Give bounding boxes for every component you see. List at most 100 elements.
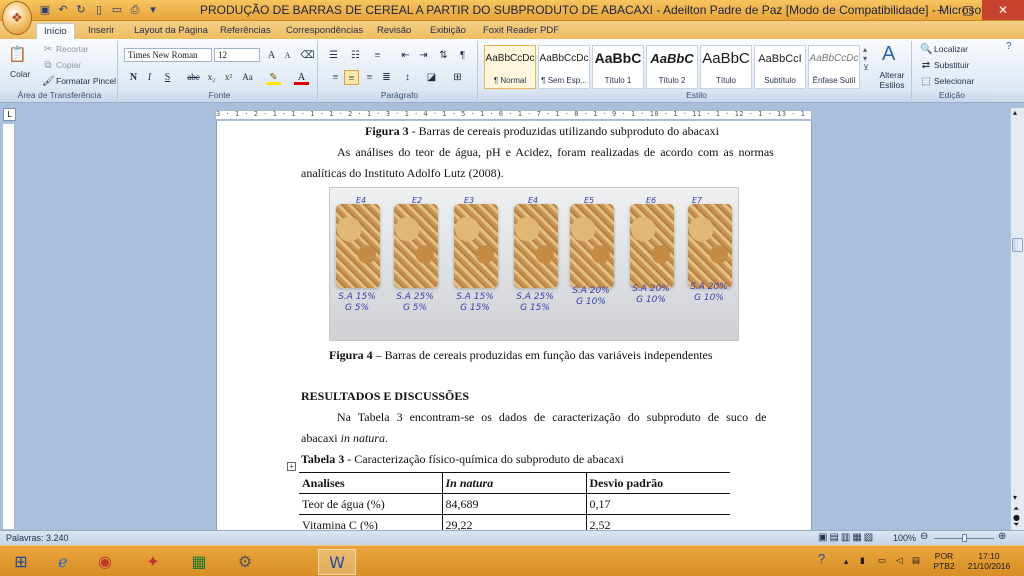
word-count[interactable]: Palavras: 3.240 (6, 533, 69, 543)
figure-4-photo[interactable]: E4 E2 E3 E4 E5 E6 E7 S.A 15% G 5% S.A 25%… (329, 187, 739, 341)
file-explorer-icon[interactable]: ▭ (272, 549, 310, 575)
network-icon[interactable]: ▮ (860, 555, 865, 565)
tab-foxit[interactable]: Foxit Reader PDF (483, 23, 559, 39)
table-move-handle-icon[interactable]: + (287, 462, 296, 471)
tab-referencias[interactable]: Referências (220, 23, 271, 39)
subscript-icon[interactable]: x₂ (204, 70, 219, 85)
open-icon[interactable]: ▭ (110, 3, 124, 17)
print-preview-icon[interactable]: ⎙ (128, 3, 142, 17)
internet-explorer-icon[interactable]: ℯ (44, 549, 82, 575)
bold-icon[interactable]: N (126, 70, 141, 85)
style-no-spacing[interactable]: AaBbCcDc ¶ Sem Esp... (538, 45, 590, 89)
redo-icon[interactable]: ↻ (74, 3, 88, 17)
font-color-icon[interactable]: A (294, 70, 309, 85)
strikethrough-icon[interactable]: abc (186, 70, 201, 85)
replace-button[interactable]: ⇄ Substituir (920, 60, 970, 72)
tab-selector[interactable]: L (3, 108, 16, 121)
change-styles-icon[interactable]: A (882, 43, 895, 66)
table-header-cell[interactable]: Desvio padrão (586, 472, 730, 494)
italic-icon[interactable]: I (142, 70, 157, 85)
zoom-in-icon[interactable]: ⊕ (998, 531, 1006, 542)
vertical-ruler[interactable] (3, 124, 15, 529)
justify-icon[interactable]: ≣ (379, 70, 394, 85)
table-cell[interactable]: 84,689 (442, 493, 587, 515)
tab-inicio[interactable]: Início (36, 23, 75, 39)
help-icon[interactable]: ? (1006, 41, 1012, 52)
undo-icon[interactable]: ↶ (56, 3, 70, 17)
shading-icon[interactable]: ◪ (424, 70, 439, 85)
paste-icon[interactable]: 📋 (8, 45, 27, 63)
cut-button[interactable]: ✂ Recortar (42, 44, 89, 56)
style-heading-2[interactable]: AaBbC Título 2 (646, 45, 698, 89)
help-tray-icon[interactable]: ? (818, 552, 825, 565)
new-document-icon[interactable]: ▯ (92, 3, 106, 17)
copy-button[interactable]: ⧉ Copiar (42, 60, 81, 72)
table-cell[interactable]: Teor de água (%) (299, 493, 443, 515)
save-icon[interactable]: ▣ (38, 3, 52, 17)
increase-indent-icon[interactable]: ⇥ (416, 48, 431, 63)
table-cell[interactable]: Vitamina C (%) (299, 514, 443, 530)
vertical-scrollbar[interactable]: ▴ ▾ ⏶ ● ⏷ (1010, 108, 1024, 530)
zoom-slider-thumb[interactable] (962, 534, 967, 542)
underline-icon[interactable]: S (160, 70, 175, 85)
table-cell[interactable]: 2,52 (586, 514, 730, 530)
select-button[interactable]: ⬚ Selecionar (920, 76, 974, 88)
maximize-button[interactable]: □ (954, 0, 982, 20)
find-button[interactable]: 🔍 Localizar (920, 44, 968, 56)
scroll-down-icon[interactable]: ▾ (1013, 493, 1017, 502)
settings-app-icon[interactable]: ⚙ (226, 549, 264, 575)
style-title[interactable]: AaBbC Título (700, 45, 752, 89)
change-styles-button[interactable]: Alterar Estilos (875, 70, 909, 90)
style-heading-1[interactable]: AaBbC Título 1 (592, 45, 644, 89)
tab-layout[interactable]: Layout da Página (134, 23, 208, 39)
word-icon[interactable]: W (318, 549, 356, 575)
sort-icon[interactable]: ⇅ (436, 48, 451, 63)
superscript-icon[interactable]: x² (221, 70, 236, 85)
tray-expand-icon[interactable]: ▴ (844, 556, 848, 566)
minimize-button[interactable]: – (926, 0, 954, 20)
font-family-select[interactable]: Times New Roman (124, 48, 212, 62)
format-painter-button[interactable]: 🖌Formatar Pincel (42, 76, 116, 88)
document-page[interactable]: Figura 3 - Barras de cereais produzidas … (216, 121, 812, 530)
notification-icon[interactable]: ▤ (912, 555, 920, 565)
clear-format-icon[interactable]: ⌫ (300, 48, 315, 63)
horizontal-ruler[interactable]: 3 · 1 · 2 · 1 · 1 · 1 · 1 · 2 · 1 · 3 · … (215, 110, 812, 120)
highlight-icon[interactable]: ✎ (266, 70, 281, 85)
table-header-cell[interactable]: Analises (299, 472, 443, 494)
numbering-icon[interactable]: ☷ (348, 48, 363, 63)
volume-icon[interactable]: ◁ (896, 555, 903, 565)
styles-scroll-icon[interactable]: ▴ ▾ ⊻ (863, 45, 869, 72)
decrease-indent-icon[interactable]: ⇤ (398, 48, 413, 63)
style-subtle-emphasis[interactable]: AaBbCcDc Ênfase Sutil (808, 45, 860, 89)
data-table[interactable]: Analises In natura Desvio padrão Teor de… (299, 472, 730, 530)
table-cell[interactable]: 29,22 (442, 514, 587, 530)
style-normal[interactable]: AaBbCcDc ¶ Normal (484, 45, 536, 89)
bullets-icon[interactable]: ☰ (326, 48, 341, 63)
tab-exibicao[interactable]: Exibição (430, 23, 466, 39)
grow-font-icon[interactable]: A (264, 48, 279, 63)
align-right-icon[interactable]: ≡ (362, 70, 377, 85)
line-spacing-icon[interactable]: ↕ (400, 70, 415, 85)
next-page-icon[interactable]: ⏷ (1013, 520, 1019, 530)
scroll-thumb[interactable] (1012, 238, 1023, 252)
chrome-icon[interactable]: ◉ (86, 549, 124, 575)
battery-icon[interactable]: ▭ (878, 555, 886, 565)
align-center-icon[interactable]: ≡ (344, 70, 359, 85)
font-size-select[interactable]: 12 (214, 48, 260, 62)
excel-icon[interactable]: ▦ (180, 549, 218, 575)
zoom-level[interactable]: 100% (893, 533, 916, 543)
close-button[interactable]: ✕ (982, 0, 1024, 20)
paste-button[interactable]: Colar (10, 69, 30, 79)
zoom-out-icon[interactable]: ⊖ (920, 531, 928, 542)
change-case-icon[interactable]: Aa (240, 70, 255, 85)
start-icon[interactable]: ⊞ (2, 549, 40, 575)
tab-revisao[interactable]: Revisão (377, 23, 411, 39)
show-marks-icon[interactable]: ¶ (455, 48, 470, 63)
multilevel-list-icon[interactable]: ≡ (370, 48, 385, 63)
scroll-up-icon[interactable]: ▴ (1013, 108, 1017, 117)
customize-toolbar-icon[interactable]: ▾ (146, 3, 160, 17)
tab-correspondencias[interactable]: Correspondências (286, 23, 363, 39)
table-header-cell[interactable]: In natura (442, 472, 587, 494)
borders-icon[interactable]: ⊞ (450, 70, 465, 85)
office-button[interactable]: ❖ (2, 1, 32, 35)
